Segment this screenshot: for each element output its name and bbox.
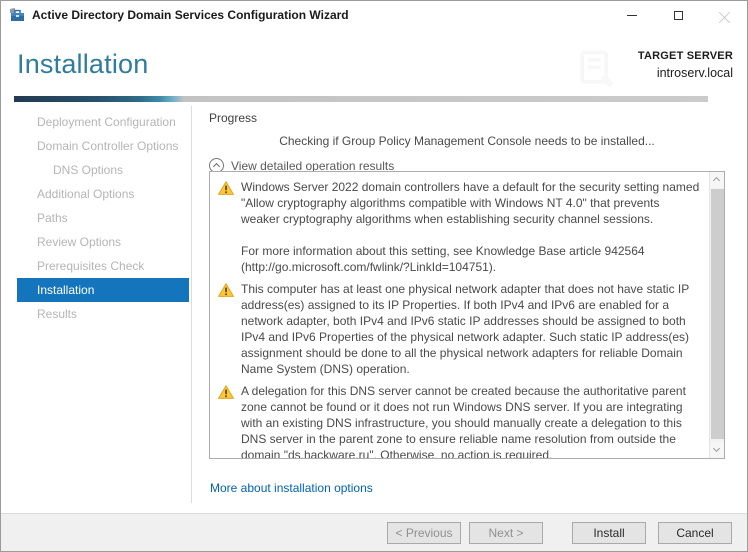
next-button[interactable]: Next >: [469, 522, 543, 544]
scroll-up-button[interactable]: [710, 172, 725, 188]
sidebar-item-results[interactable]: Results: [17, 302, 189, 326]
warning-icon: [218, 283, 234, 297]
minimize-icon: [627, 15, 637, 16]
warning-icon: [218, 385, 234, 399]
close-button[interactable]: [701, 1, 747, 29]
title-bar: Active Directory Domain Services Configu…: [1, 1, 747, 29]
wizard-steps-sidebar: Deployment Configuration Domain Controll…: [1, 106, 192, 503]
scroll-down-button[interactable]: [710, 442, 725, 458]
maximize-button[interactable]: [655, 1, 701, 29]
target-server-block: TARGET SERVER introserv.local: [638, 50, 733, 80]
target-server-value: introserv.local: [638, 66, 733, 80]
sidebar-item-dns-options[interactable]: DNS Options: [17, 158, 189, 182]
target-server-label: TARGET SERVER: [638, 50, 733, 62]
previous-button[interactable]: < Previous: [387, 522, 461, 544]
wizard-window: Active Directory Domain Services Configu…: [0, 0, 748, 552]
window-title: Active Directory Domain Services Configu…: [32, 8, 349, 22]
footer-bar: < Previous Next > Install Cancel: [1, 513, 747, 551]
more-about-installation-link[interactable]: More about installation options: [210, 481, 373, 495]
cancel-button[interactable]: Cancel: [658, 522, 732, 544]
warning-item: A delegation for this DNS server cannot …: [218, 383, 700, 459]
install-button[interactable]: Install: [572, 522, 646, 544]
operation-results-box: Windows Server 2022 domain controllers h…: [209, 171, 725, 459]
warning-icon: [218, 181, 234, 195]
sidebar-item-review-options[interactable]: Review Options: [17, 230, 189, 254]
sidebar-item-deployment-configuration[interactable]: Deployment Configuration: [17, 110, 189, 134]
sidebar-item-domain-controller-options[interactable]: Domain Controller Options: [17, 134, 189, 158]
maximize-icon: [674, 11, 683, 20]
sidebar-item-paths[interactable]: Paths: [17, 206, 189, 230]
server-watermark-icon: [575, 47, 619, 91]
warning-text: This computer has at least one physical …: [241, 281, 700, 377]
progress-bar: [14, 96, 708, 102]
sidebar-item-installation[interactable]: Installation: [17, 278, 189, 302]
scrollbar-thumb[interactable]: [711, 189, 724, 439]
page-title: Installation: [17, 49, 148, 80]
minimize-button[interactable]: [609, 1, 655, 29]
window-controls: [609, 1, 747, 29]
close-icon: [719, 10, 730, 21]
sidebar-item-prerequisites-check[interactable]: Prerequisites Check: [17, 254, 189, 278]
progress-status-text: Checking if Group Policy Management Cons…: [209, 134, 725, 148]
results-scrollbar[interactable]: [709, 172, 724, 458]
main-content: Progress Checking if Group Policy Manage…: [209, 106, 725, 173]
warning-text: A delegation for this DNS server cannot …: [241, 383, 700, 459]
progress-label: Progress: [209, 111, 725, 125]
warning-item: Windows Server 2022 domain controllers h…: [218, 179, 700, 275]
warning-item: This computer has at least one physical …: [218, 281, 700, 377]
sidebar-item-additional-options[interactable]: Additional Options: [17, 182, 189, 206]
app-icon: [9, 7, 25, 23]
warning-text: Windows Server 2022 domain controllers h…: [241, 179, 700, 275]
